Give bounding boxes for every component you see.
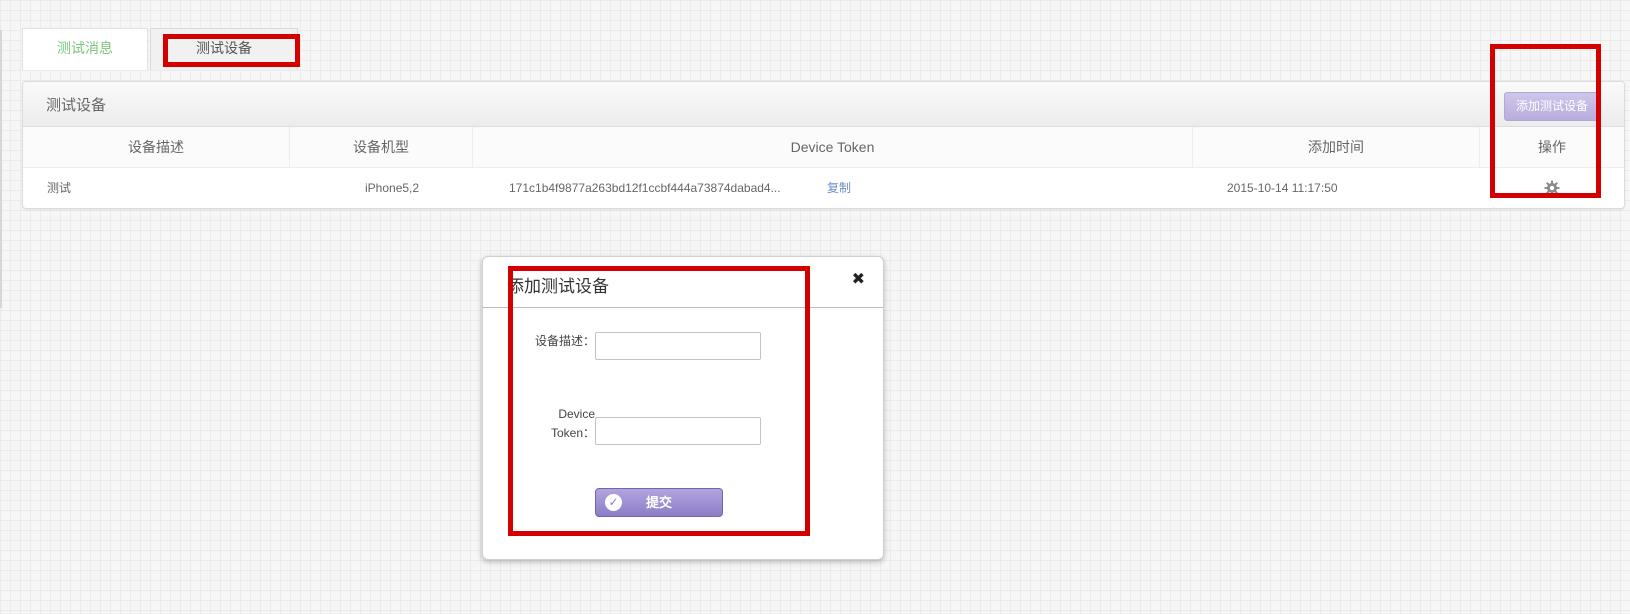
- column-header-added-time: 添加时间: [1193, 127, 1480, 167]
- copy-token-link[interactable]: 复制: [827, 168, 851, 208]
- add-test-device-dialog: 添加测试设备 ✖ 设备描述： Device Token： ✓ 提交: [482, 256, 884, 560]
- gear-icon[interactable]: [1544, 180, 1560, 196]
- panel-title: 测试设备: [46, 97, 107, 114]
- tab-test-devices[interactable]: 测试设备: [150, 28, 298, 70]
- cell-description: 测试: [47, 181, 72, 195]
- submit-button[interactable]: ✓ 提交: [595, 488, 723, 517]
- column-header-model: 设备机型: [290, 127, 473, 167]
- dialog-title: 添加测试设备: [507, 277, 609, 296]
- close-icon[interactable]: ✖: [852, 269, 865, 289]
- cell-device-token: 171c1b4f9877a263bd12f1ccbf444a73874dabad…: [509, 181, 781, 195]
- column-header-device-token: Device Token: [473, 127, 1193, 167]
- cell-added-time: 2015-10-14 11:17:50: [1227, 181, 1338, 195]
- device-token-input[interactable]: [595, 417, 761, 445]
- device-token-label: Device Token：: [507, 405, 595, 443]
- devices-table: 设备描述 设备机型 Device Token 添加时间 操作 测试 iPhone…: [23, 127, 1624, 208]
- tab-test-messages[interactable]: 测试消息: [22, 28, 148, 70]
- add-test-device-button[interactable]: 添加测试设备: [1504, 92, 1600, 121]
- submit-button-label: 提交: [645, 495, 672, 510]
- dialog-header: 添加测试设备 ✖: [483, 257, 883, 308]
- panel-header: 测试设备 添加测试设备: [23, 82, 1624, 127]
- test-devices-panel: 测试设备 添加测试设备 设备描述 设备机型 Device Token 添加时间 …: [22, 81, 1625, 209]
- cell-model: iPhone5,2: [365, 181, 420, 195]
- table-header-row: 设备描述 设备机型 Device Token 添加时间 操作: [23, 127, 1624, 168]
- column-header-description: 设备描述: [23, 127, 290, 167]
- left-edge-divider: [0, 30, 2, 308]
- device-token-label-line2: Token：: [550, 426, 595, 440]
- device-token-label-line1: Device: [558, 407, 595, 421]
- table-row: 测试 iPhone5,2 171c1b4f9877a263bd12f1ccbf4…: [23, 168, 1624, 208]
- column-header-actions: 操作: [1538, 139, 1566, 155]
- device-description-input[interactable]: [595, 332, 761, 360]
- description-label: 设备描述：: [534, 334, 595, 348]
